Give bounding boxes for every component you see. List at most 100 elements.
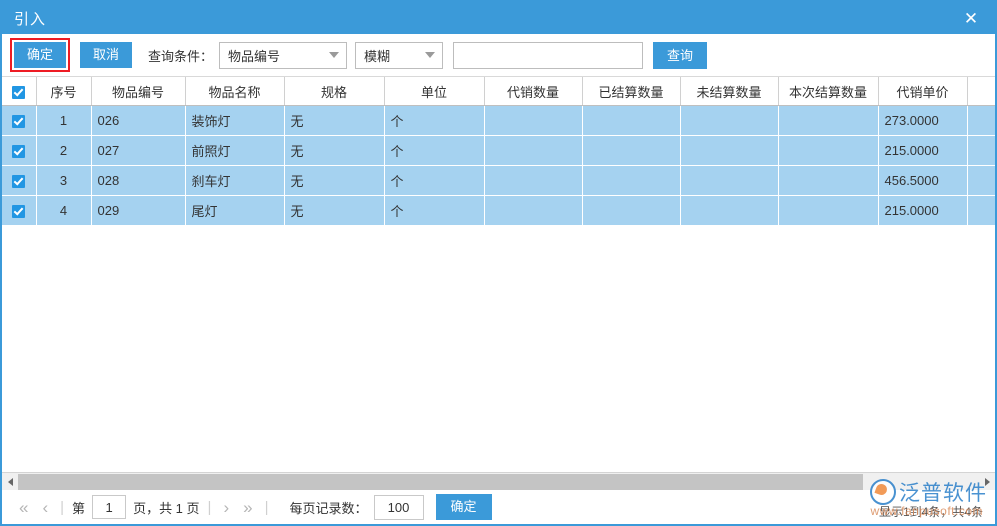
cell-unit: 个 [384,105,485,136]
cell-filler [967,195,995,226]
triangle-right-icon[interactable] [979,474,995,490]
select-all-checkbox[interactable] [12,85,26,99]
column-header-consign-qty[interactable]: 代销数量 [484,77,583,106]
row-select-cell[interactable] [2,195,37,226]
cell-consign-price: 456.5000 [878,165,968,196]
cell-current-settle-qty [778,165,879,196]
page-suffix-label: 页，共 1 页 [133,500,200,516]
first-page-button[interactable]: « [12,499,35,516]
cell-spec: 无 [284,105,385,136]
page-size-input[interactable] [373,494,424,520]
match-mode-value: 模糊 [364,48,391,64]
confirm-button[interactable]: 确定 [14,42,66,68]
cell-filler [967,165,995,196]
table-header-row: 序号 物品编号 物品名称 规格 单位 代销数量 已结算数量 未结算数量 本次结算… [2,77,995,106]
record-count-label: 显示1到4条，共4条 [878,505,983,519]
column-header-settled-qty[interactable]: 已结算数量 [582,77,681,106]
column-header-name[interactable]: 物品名称 [185,77,285,106]
data-grid-table: 序号 物品编号 物品名称 规格 单位 代销数量 已结算数量 未结算数量 本次结算… [2,77,995,226]
cell-consign-price: 215.0000 [878,195,968,226]
cell-code: 028 [91,165,186,196]
header-select-all-cell[interactable] [2,77,37,106]
pager-confirm-button[interactable]: 确定 [435,494,492,520]
cell-spec: 无 [284,135,385,166]
column-header-code[interactable]: 物品编号 [91,77,186,106]
dialog-titlebar: 引入 ✕ [2,2,995,34]
row-select-cell[interactable] [2,135,37,166]
query-button[interactable]: 查询 [653,41,708,69]
cell-current-settle-qty [778,105,879,136]
column-header-consign-price[interactable]: 代销单价 [878,77,968,106]
table-row[interactable]: 2 027 前照灯 无 个 215.0000 [2,135,995,166]
pagination-bar: « ‹ | 第 页，共 1 页 | › » | 每页记录数： 确定 显示1到4条… [2,490,995,524]
cell-settled-qty [582,165,681,196]
cell-seq: 1 [36,105,92,136]
cell-consign-qty [484,105,583,136]
row-checkbox[interactable] [12,205,26,219]
query-condition-value: 物品编号 [228,48,281,64]
cell-consign-price: 273.0000 [878,105,968,136]
table-row[interactable]: 3 028 刹车灯 无 个 456.5000 [2,165,995,196]
toolbar: 确定 取消 查询条件： 物品编号 模糊 查询 [2,34,995,77]
row-checkbox[interactable] [12,175,26,189]
row-checkbox[interactable] [12,115,26,129]
cell-unit: 个 [384,135,485,166]
cell-settled-qty [582,195,681,226]
cancel-button[interactable]: 取消 [80,42,132,68]
column-header-spec[interactable]: 规格 [284,77,385,106]
cell-code: 026 [91,105,186,136]
row-select-cell[interactable] [2,165,37,196]
column-header-unsettled-qty[interactable]: 未结算数量 [680,77,779,106]
import-dialog: 引入 ✕ 确定 取消 查询条件： 物品编号 模糊 查询 序号 物品编号 物品名称… [0,0,997,526]
page-prefix-label: 第 [72,500,86,516]
cell-seq: 2 [36,135,92,166]
page-size-label: 每页记录数： [289,500,368,516]
dialog-title: 引入 [14,10,47,28]
cell-unit: 个 [384,165,485,196]
cell-consign-qty [484,195,583,226]
cell-unsettled-qty [680,195,779,226]
pager-divider: | [264,498,269,516]
next-page-button[interactable]: › [216,499,236,516]
scrollbar-track[interactable] [18,473,979,490]
horizontal-scrollbar[interactable] [2,472,995,490]
pager-divider: | [60,498,65,516]
cell-name: 尾灯 [185,195,285,226]
cell-seq: 4 [36,195,92,226]
cell-filler [967,135,995,166]
cell-name: 装饰灯 [185,105,285,136]
search-input[interactable] [453,41,644,69]
data-grid: 序号 物品编号 物品名称 规格 单位 代销数量 已结算数量 未结算数量 本次结算… [2,77,995,472]
cell-settled-qty [582,105,681,136]
cell-code: 029 [91,195,186,226]
column-header-unit[interactable]: 单位 [384,77,485,106]
cell-name: 前照灯 [185,135,285,166]
chevron-down-icon [322,52,346,58]
table-row[interactable]: 1 026 装饰灯 无 个 273.0000 [2,105,995,136]
close-icon[interactable]: ✕ [957,2,985,34]
cell-spec: 无 [284,165,385,196]
scrollbar-thumb[interactable] [18,473,863,490]
cell-consign-price: 215.0000 [878,135,968,166]
table-row[interactable]: 4 029 尾灯 无 个 215.0000 [2,195,995,226]
cell-consign-qty [484,135,583,166]
cell-current-settle-qty [778,195,879,226]
last-page-button[interactable]: » [236,499,259,516]
cell-settled-qty [582,135,681,166]
column-header-current-settle-qty[interactable]: 本次结算数量 [778,77,879,106]
cell-unsettled-qty [680,105,779,136]
query-condition-select[interactable]: 物品编号 [219,41,348,69]
row-checkbox[interactable] [12,145,26,159]
cell-seq: 3 [36,165,92,196]
cell-unsettled-qty [680,135,779,166]
cell-filler [967,105,995,136]
page-number-input[interactable] [92,495,127,519]
row-select-cell[interactable] [2,105,37,136]
pager-divider: | [207,498,212,516]
confirm-button-highlight: 确定 [10,38,70,72]
match-mode-select[interactable]: 模糊 [355,41,444,69]
triangle-left-icon[interactable] [2,474,18,490]
prev-page-button[interactable]: ‹ [35,499,55,516]
query-condition-label: 查询条件： [148,48,214,64]
column-header-seq[interactable]: 序号 [36,77,92,106]
